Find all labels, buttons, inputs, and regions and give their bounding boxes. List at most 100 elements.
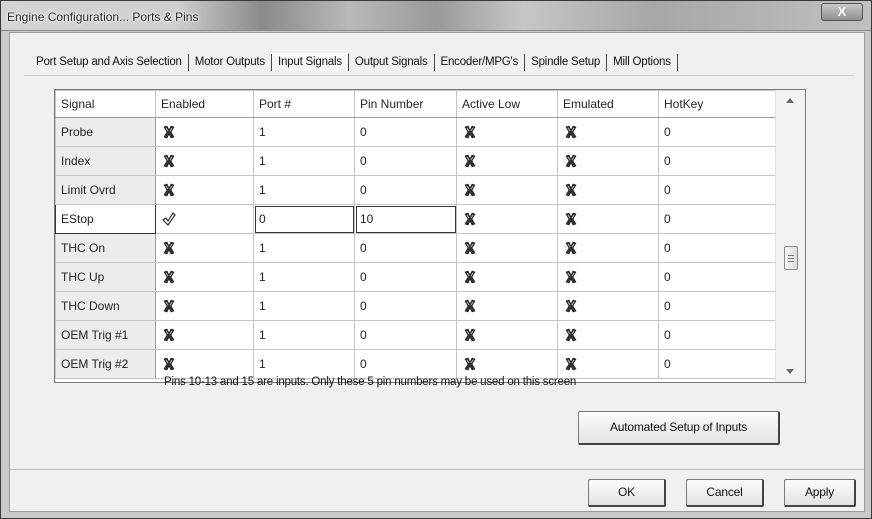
- pin-number-cell[interactable]: 0: [354, 175, 457, 205]
- signal-name-cell[interactable]: OEM Trig #1: [55, 320, 156, 350]
- automated-setup-button[interactable]: Automated Setup of Inputs: [578, 411, 780, 445]
- column-header-hotkey[interactable]: HotKey: [658, 90, 777, 118]
- tab-encoder-mpg[interactable]: Encoder/MPG's: [435, 53, 526, 71]
- port-cell[interactable]: 1: [253, 233, 355, 263]
- port-cell[interactable]: 1: [253, 291, 355, 321]
- enabled-cell[interactable]: [155, 175, 254, 205]
- emulated-cell[interactable]: [557, 262, 659, 292]
- table-row[interactable]: Probe 1 0 0: [55, 117, 777, 147]
- active-low-cell[interactable]: [456, 204, 558, 234]
- signal-name-cell[interactable]: OEM Trig #2: [55, 349, 156, 379]
- emulated-cell[interactable]: [557, 204, 659, 234]
- port-cell[interactable]: 1: [253, 146, 355, 176]
- emulated-cell[interactable]: [557, 117, 659, 147]
- active-low-cell[interactable]: [456, 349, 558, 379]
- port-cell[interactable]: 1: [253, 117, 355, 147]
- table-row[interactable]: THC On 1 0 0: [55, 233, 777, 263]
- hotkey-cell[interactable]: 0: [658, 320, 777, 350]
- column-header-enabled[interactable]: Enabled: [155, 90, 254, 118]
- pin-number-cell[interactable]: 0: [354, 233, 457, 263]
- table-row[interactable]: OEM Trig #1 1 0 0: [55, 320, 777, 350]
- signal-name-cell[interactable]: THC Down: [55, 291, 156, 321]
- port-cell[interactable]: 1: [253, 320, 355, 350]
- column-header-active-low[interactable]: Active Low: [456, 90, 558, 118]
- emulated-cell[interactable]: [557, 233, 659, 263]
- pin-number-cell[interactable]: 0: [354, 320, 457, 350]
- table-row[interactable]: Limit Ovrd 1 0 0: [55, 175, 777, 205]
- signals-grid[interactable]: Signal Enabled Port # Pin Number Active …: [54, 89, 806, 383]
- scroll-thumb[interactable]: [784, 246, 798, 270]
- table-row[interactable]: THC Up 1 0 0: [55, 262, 777, 292]
- port-cell[interactable]: 0: [253, 204, 355, 234]
- hotkey-cell[interactable]: 0: [658, 117, 777, 147]
- tab-spindle-setup[interactable]: Spindle Setup: [525, 53, 608, 71]
- close-button[interactable]: X: [821, 3, 863, 21]
- emulated-cell[interactable]: [557, 320, 659, 350]
- port-cell[interactable]: 1: [253, 262, 355, 292]
- enabled-cell[interactable]: [155, 146, 254, 176]
- column-header-signal[interactable]: Signal: [55, 90, 156, 118]
- hotkey-cell[interactable]: 0: [658, 146, 777, 176]
- active-low-cell[interactable]: [456, 117, 558, 147]
- emulated-cell[interactable]: [557, 349, 659, 379]
- red-x-icon: [464, 155, 476, 168]
- emulated-cell[interactable]: [557, 175, 659, 205]
- scroll-up-arrow-icon[interactable]: [786, 98, 794, 103]
- tab-output-signals[interactable]: Output Signals: [349, 53, 435, 71]
- hotkey-cell[interactable]: 0: [658, 291, 777, 321]
- signal-name-cell[interactable]: THC On: [55, 233, 156, 263]
- signal-name-cell[interactable]: THC Up: [55, 262, 156, 292]
- table-row[interactable]: Index 1 0 0: [55, 146, 777, 176]
- port-cell[interactable]: 1: [253, 175, 355, 205]
- active-low-cell[interactable]: [456, 291, 558, 321]
- tab-mill-options[interactable]: Mill Options: [607, 53, 678, 71]
- hotkey-cell[interactable]: 0: [658, 233, 777, 263]
- active-low-cell[interactable]: [456, 262, 558, 292]
- enabled-cell[interactable]: [155, 320, 254, 350]
- pin-number-cell[interactable]: 0: [354, 291, 457, 321]
- signal-name-cell[interactable]: Limit Ovrd: [55, 175, 156, 205]
- pin-number-cell[interactable]: 0: [354, 146, 457, 176]
- emulated-cell[interactable]: [557, 291, 659, 321]
- tab-motor-outputs[interactable]: Motor Outputs: [189, 53, 272, 71]
- red-x-icon: [163, 271, 175, 284]
- table-row[interactable]: OEM Trig #2 1 0 0: [55, 349, 777, 379]
- emulated-cell[interactable]: [557, 146, 659, 176]
- enabled-cell[interactable]: [155, 349, 254, 379]
- tab-port-setup[interactable]: Port Setup and Axis Selection: [30, 53, 189, 71]
- vertical-scrollbar[interactable]: [775, 90, 805, 382]
- signal-name-cell[interactable]: Probe: [55, 117, 156, 147]
- signal-name-cell[interactable]: EStop: [55, 204, 156, 234]
- hotkey-cell[interactable]: 0: [658, 175, 777, 205]
- pin-number-cell[interactable]: 0: [354, 117, 457, 147]
- enabled-cell[interactable]: [155, 233, 254, 263]
- cancel-button[interactable]: Cancel: [686, 479, 764, 507]
- pin-number-cell[interactable]: 0: [354, 262, 457, 292]
- enabled-cell[interactable]: [155, 262, 254, 292]
- hotkey-cell[interactable]: 0: [658, 262, 777, 292]
- column-header-pin-number[interactable]: Pin Number: [354, 90, 457, 118]
- pin-number-cell[interactable]: 10: [354, 204, 457, 234]
- active-low-cell[interactable]: [456, 175, 558, 205]
- tab-strip: Port Setup and Axis Selection Motor Outp…: [30, 51, 678, 73]
- scroll-down-arrow-icon[interactable]: [786, 369, 794, 374]
- ok-button[interactable]: OK: [588, 479, 666, 507]
- enabled-cell[interactable]: [155, 291, 254, 321]
- enabled-cell[interactable]: [155, 117, 254, 147]
- tab-input-signals[interactable]: Input Signals: [271, 53, 349, 71]
- red-x-icon: [565, 329, 577, 342]
- active-low-cell[interactable]: [456, 233, 558, 263]
- column-header-port[interactable]: Port #: [253, 90, 355, 118]
- hotkey-cell[interactable]: 0: [658, 349, 777, 379]
- active-low-cell[interactable]: [456, 320, 558, 350]
- apply-button[interactable]: Apply: [784, 479, 856, 507]
- hotkey-cell[interactable]: 0: [658, 204, 777, 234]
- signal-name-cell[interactable]: Index: [55, 146, 156, 176]
- column-header-emulated[interactable]: Emulated: [557, 90, 659, 118]
- table-row[interactable]: EStop 0 10 0: [55, 204, 777, 234]
- enabled-cell[interactable]: [155, 204, 254, 234]
- active-low-cell[interactable]: [456, 146, 558, 176]
- pin-number-cell[interactable]: 0: [354, 349, 457, 379]
- port-cell[interactable]: 1: [253, 349, 355, 379]
- table-row[interactable]: THC Down 1 0 0: [55, 291, 777, 321]
